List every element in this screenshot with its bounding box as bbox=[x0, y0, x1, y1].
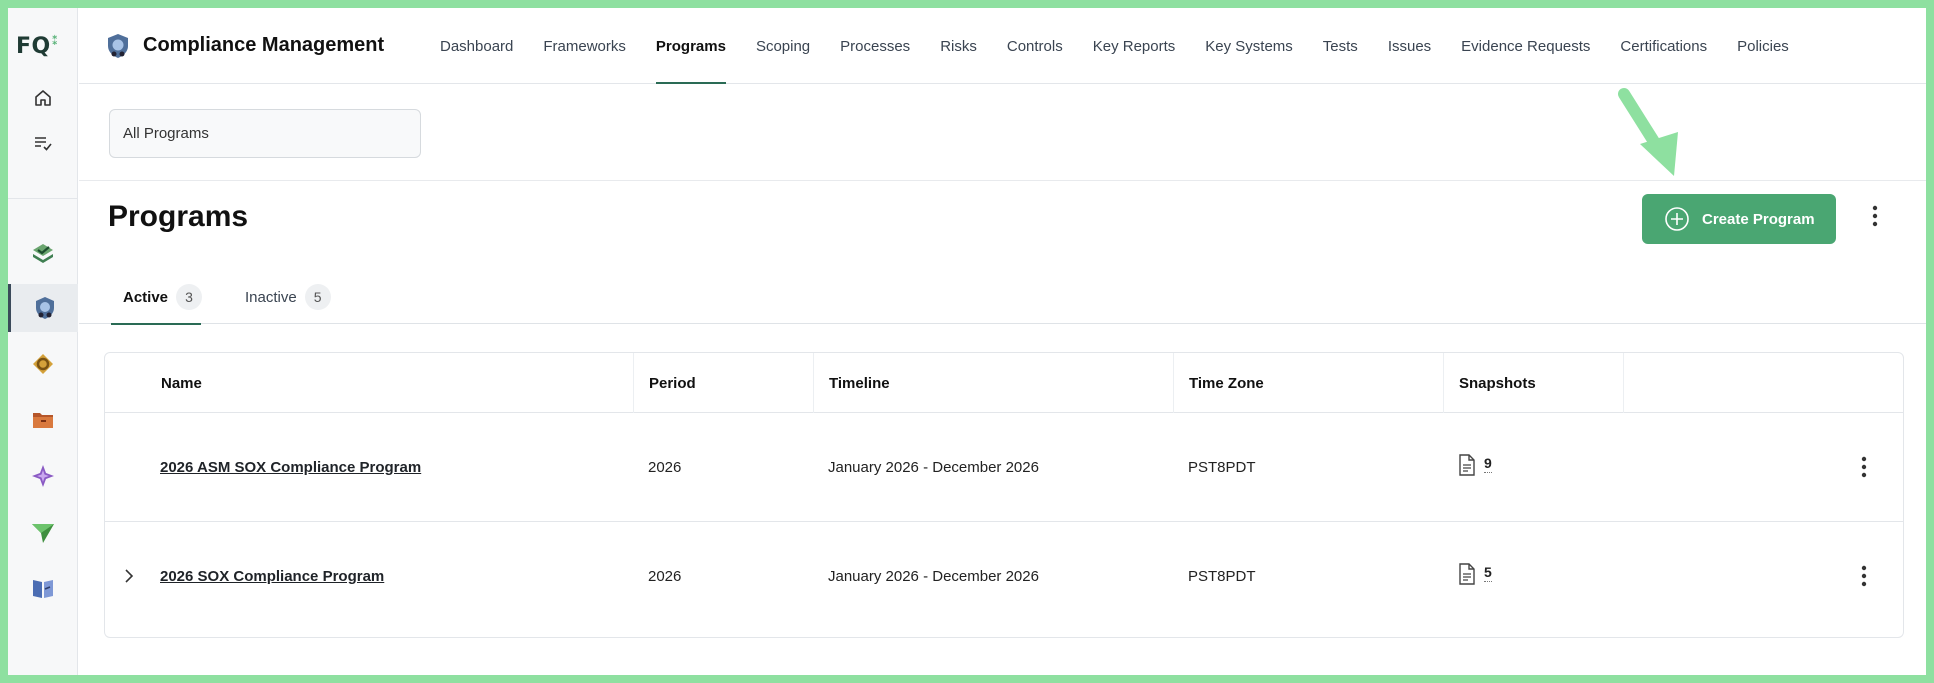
tab-active-label: Active bbox=[123, 288, 169, 306]
period-cell: 2026 bbox=[648, 458, 682, 476]
compliance-shield-icon bbox=[105, 32, 131, 65]
folder-icon[interactable] bbox=[8, 396, 78, 444]
top-navigation: Compliance Management Dashboard Framewor… bbox=[79, 8, 1926, 84]
nav-risks[interactable]: Risks bbox=[925, 8, 992, 84]
row-menu-icon[interactable] bbox=[1859, 413, 1869, 521]
app-logo[interactable]: FQ⁑ bbox=[16, 34, 58, 59]
nav-frameworks[interactable]: Frameworks bbox=[528, 8, 641, 84]
create-program-button[interactable]: Create Program bbox=[1642, 194, 1836, 244]
row-menu-icon[interactable] bbox=[1859, 522, 1869, 630]
document-icon bbox=[1458, 563, 1476, 589]
nav-key-reports[interactable]: Key Reports bbox=[1078, 8, 1191, 84]
nav-key-systems[interactable]: Key Systems bbox=[1190, 8, 1308, 84]
tab-inactive-label: Inactive bbox=[245, 288, 297, 306]
app-window: FQ⁑ Compliance Management Dashboard Fram… bbox=[8, 8, 1926, 675]
table-row: 2026 ASM SOX Compliance Program 2026 Jan… bbox=[105, 413, 1903, 521]
program-name-cell: 2026 SOX Compliance Program bbox=[160, 522, 384, 630]
nav-tests[interactable]: Tests bbox=[1308, 8, 1373, 84]
nav-controls[interactable]: Controls bbox=[992, 8, 1078, 84]
tab-active-count: 3 bbox=[176, 284, 203, 310]
programs-table: Name Period Timeline Time Zone Snapshots… bbox=[104, 352, 1904, 638]
page-title: Programs bbox=[108, 200, 249, 233]
task-list-icon[interactable] bbox=[8, 119, 78, 167]
program-select[interactable]: All Programs bbox=[109, 109, 421, 158]
create-program-label: Create Program bbox=[1702, 210, 1815, 228]
table-row: 2026 SOX Compliance Program 2026 January… bbox=[105, 521, 1903, 629]
nav-policies[interactable]: Policies bbox=[1722, 8, 1804, 84]
link-icon[interactable] bbox=[8, 340, 78, 388]
timeline-cell: January 2026 - December 2026 bbox=[828, 567, 1039, 585]
program-name-link[interactable]: 2026 SOX Compliance Program bbox=[160, 568, 384, 585]
rail-divider bbox=[8, 198, 78, 199]
tab-inactive-count: 5 bbox=[304, 284, 331, 310]
tab-inactive[interactable]: Inactive 5 bbox=[245, 270, 331, 324]
program-name-link[interactable]: 2026 ASM SOX Compliance Program bbox=[160, 459, 421, 476]
book-icon[interactable] bbox=[8, 564, 78, 612]
nav-scoping[interactable]: Scoping bbox=[741, 8, 825, 84]
app-title: Compliance Management bbox=[143, 34, 385, 56]
nav-evidence-requests[interactable]: Evidence Requests bbox=[1446, 8, 1605, 84]
chevron-right-icon[interactable] bbox=[123, 522, 135, 630]
nav-processes[interactable]: Processes bbox=[825, 8, 925, 84]
column-header-actions bbox=[1623, 353, 1903, 413]
table-header: Name Period Timeline Time Zone Snapshots bbox=[105, 353, 1903, 413]
status-tabs: Active 3 Inactive 5 bbox=[79, 270, 1926, 325]
tab-active[interactable]: Active 3 bbox=[111, 270, 203, 325]
column-header-timeline[interactable]: Timeline bbox=[813, 353, 1171, 413]
snapshot-count[interactable]: 9 bbox=[1484, 455, 1492, 473]
nav-certifications[interactable]: Certifications bbox=[1605, 8, 1722, 84]
time-zone-cell: PST8PDT bbox=[1188, 567, 1256, 585]
nav-programs[interactable]: Programs bbox=[641, 8, 741, 84]
check-stack-icon[interactable] bbox=[8, 230, 78, 278]
column-header-name[interactable]: Name bbox=[146, 353, 592, 413]
column-header-period[interactable]: Period bbox=[633, 353, 811, 413]
time-zone-cell: PST8PDT bbox=[1188, 458, 1256, 476]
left-rail: FQ⁑ bbox=[8, 8, 78, 675]
nav-issues[interactable]: Issues bbox=[1373, 8, 1446, 84]
snapshot-count[interactable]: 5 bbox=[1484, 564, 1492, 582]
timeline-cell: January 2026 - December 2026 bbox=[828, 458, 1039, 476]
column-header-time-zone[interactable]: Time Zone bbox=[1173, 353, 1441, 413]
sparkle-icon[interactable] bbox=[8, 452, 78, 500]
home-icon[interactable] bbox=[8, 74, 78, 122]
plus-circle-icon bbox=[1664, 206, 1690, 232]
compliance-shield-icon[interactable] bbox=[8, 284, 78, 332]
snapshots-cell: 9 bbox=[1458, 413, 1492, 521]
more-options-icon[interactable] bbox=[1870, 204, 1880, 233]
period-cell: 2026 bbox=[648, 567, 682, 585]
nav-dashboard[interactable]: Dashboard bbox=[425, 8, 528, 84]
document-icon bbox=[1458, 454, 1476, 480]
program-name-cell: 2026 ASM SOX Compliance Program bbox=[160, 413, 421, 521]
send-icon[interactable] bbox=[8, 508, 78, 556]
column-header-snapshots[interactable]: Snapshots bbox=[1443, 353, 1621, 413]
arrow-annotation-icon bbox=[1616, 86, 1696, 191]
main-nav: Dashboard Frameworks Programs Scoping Pr… bbox=[425, 8, 1804, 84]
snapshots-cell: 5 bbox=[1458, 522, 1492, 630]
